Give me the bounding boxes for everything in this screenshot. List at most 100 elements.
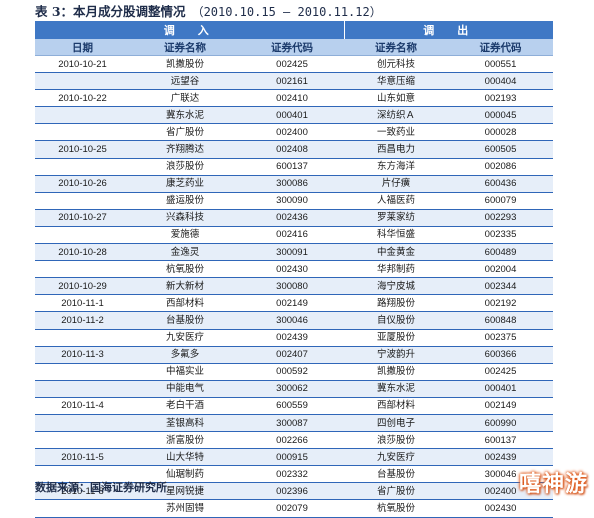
cell-name-in: 冀东水泥	[130, 106, 240, 125]
table-row: 爱施德 002416 科华恒盛 002335	[35, 226, 554, 245]
cell-code-in: 002396	[240, 482, 345, 501]
table-row: 2010-10-22 广联达 002410 山东如意 002193	[35, 89, 554, 108]
cell-code-out: 002086	[448, 158, 554, 176]
cell-code-in: 000592	[240, 363, 345, 381]
cell-name-in: 爱施德	[130, 226, 240, 245]
cell-name-in: 金逸灵	[130, 243, 240, 262]
table-row: 省广股份 002400 一致药业 000028	[35, 123, 554, 142]
cell-code-in: 002410	[240, 89, 345, 108]
cell-name-in: 荃银高科	[130, 414, 240, 433]
cell-name-in: 浙富股份	[130, 431, 240, 450]
cell-date: 2010-11-5	[35, 448, 130, 467]
cell-name-in: 多氟多	[130, 346, 240, 364]
cell-name-out: 山东如意	[344, 89, 449, 108]
cell-date	[35, 499, 130, 518]
cell-code-in: 000915	[240, 448, 345, 467]
constituent-adjustment-table: 调 入 调 出 日期 证券名称 证券代码 证券名称 证券代码 2010-10-2…	[35, 21, 554, 518]
cell-date	[35, 431, 130, 450]
table-title: 表 3：本月成分股调整情况 （2010.10.15 – 2010.11.12）	[35, 2, 382, 22]
cell-name-in: 中能电气	[130, 380, 240, 398]
cell-code-out: 002425	[448, 363, 554, 381]
column-header-code-out: 证券代码	[448, 39, 554, 56]
cell-code-in: 300086	[240, 175, 345, 193]
cell-code-out: 002344	[448, 277, 554, 296]
cell-code-out: 600079	[448, 192, 554, 210]
group-header-out: 调 出	[344, 21, 554, 39]
cell-date: 2010-11-2	[35, 311, 130, 330]
cell-code-out: 600505	[448, 140, 554, 159]
cell-name-out: 西昌电力	[344, 140, 449, 159]
cell-name-in: 台基股份	[130, 311, 240, 330]
table-row: 2010-10-26 康芝药业 300086 片仔癀 600436	[35, 175, 554, 193]
table-row: 杭氧股份 002430 华邦制药 002004	[35, 260, 554, 279]
cell-name-out: 西部材料	[344, 397, 449, 415]
cell-date: 2010-11-1	[35, 294, 130, 313]
cell-date: 2010-10-22	[35, 89, 130, 108]
cell-name-out: 科华恒盛	[344, 226, 449, 245]
cell-date	[35, 226, 130, 245]
cell-date: 2010-11-3	[35, 346, 130, 364]
cell-code-out: 002439	[448, 448, 554, 467]
table-title-label: 表 3：本月成分股调整情况	[35, 4, 186, 19]
table-row: 远望谷 002161 华意压缩 000404	[35, 72, 554, 91]
table-row: 2010-11-2 台基股份 300046 自仪股份 600848	[35, 311, 554, 330]
cell-name-in: 远望谷	[130, 72, 240, 91]
cell-code-in: 002149	[240, 294, 345, 313]
cell-code-in: 002430	[240, 260, 345, 279]
table-title-date-range: （2010.10.15 – 2010.11.12）	[191, 5, 382, 19]
cell-code-out: 002293	[448, 209, 554, 227]
cell-date	[35, 123, 130, 142]
cell-code-in: 300090	[240, 192, 345, 210]
cell-name-out: 路翔股份	[344, 294, 449, 313]
cell-code-in: 002436	[240, 209, 345, 227]
cell-date	[35, 106, 130, 125]
cell-name-in: 九安医疗	[130, 329, 240, 347]
cell-code-out: 000028	[448, 123, 554, 142]
cell-date: 2010-10-21	[35, 55, 130, 74]
cell-name-in: 西部材料	[130, 294, 240, 313]
cell-code-in: 002425	[240, 55, 345, 74]
cell-name-in: 山大华特	[130, 448, 240, 467]
cell-code-in: 000401	[240, 106, 345, 125]
cell-name-in: 老白干酒	[130, 397, 240, 415]
data-source-note: 数据来源：国海证券研究所	[35, 481, 167, 494]
table-row: 2010-11-1 西部材料 002149 路翔股份 002192	[35, 294, 554, 313]
cell-name-in: 广联达	[130, 89, 240, 108]
cell-date	[35, 260, 130, 279]
table-row: 2010-11-5 山大华特 000915 九安医疗 002439	[35, 448, 554, 467]
cell-code-out: 000401	[448, 380, 554, 398]
table-row: 2010-10-21 凯撒股份 002425 创元科技 000551	[35, 55, 554, 74]
cell-code-in: 300087	[240, 414, 345, 433]
column-header-name-out: 证券名称	[344, 39, 449, 56]
cell-name-in: 苏州固锝	[130, 499, 240, 518]
cell-name-out: 九安医疗	[344, 448, 449, 467]
cell-name-out: 一致药业	[344, 123, 449, 142]
cell-code-out: 000551	[448, 55, 554, 74]
cell-code-out: 002375	[448, 329, 554, 347]
cell-name-out: 深纺织Ａ	[344, 106, 449, 125]
cell-code-out: 002193	[448, 89, 554, 108]
cell-date: 2010-10-25	[35, 140, 130, 159]
cell-date: 2010-10-27	[35, 209, 130, 227]
table-row: 九安医疗 002439 亚厦股份 002375	[35, 329, 554, 347]
table-row: 2010-11-3 多氟多 002407 宁波韵升 600366	[35, 346, 554, 364]
table-row: 荃银高科 300087 四创电子 600990	[35, 414, 554, 433]
table-row: 2010-10-25 齐翔腾达 002408 西昌电力 600505	[35, 140, 554, 159]
table-row: 中能电气 300062 冀东水泥 000401	[35, 380, 554, 398]
table-row: 浙富股份 002266 浪莎股份 600137	[35, 431, 554, 450]
column-header-date: 日期	[35, 39, 130, 56]
cell-name-out: 片仔癀	[344, 175, 449, 193]
column-header-code-in: 证券代码	[240, 39, 345, 56]
cell-code-in: 600559	[240, 397, 345, 415]
cell-date	[35, 72, 130, 91]
table-row: 苏州固锝 002079 杭氧股份 002430	[35, 499, 554, 518]
cell-name-out: 亚厦股份	[344, 329, 449, 347]
cell-date: 2010-10-28	[35, 243, 130, 262]
cell-date	[35, 192, 130, 210]
cell-code-in: 002400	[240, 123, 345, 142]
cell-code-in: 002161	[240, 72, 345, 91]
cell-name-in: 浪莎股份	[130, 158, 240, 176]
cell-code-in: 002416	[240, 226, 345, 245]
cell-date	[35, 363, 130, 381]
cell-date: 2010-11-4	[35, 397, 130, 415]
